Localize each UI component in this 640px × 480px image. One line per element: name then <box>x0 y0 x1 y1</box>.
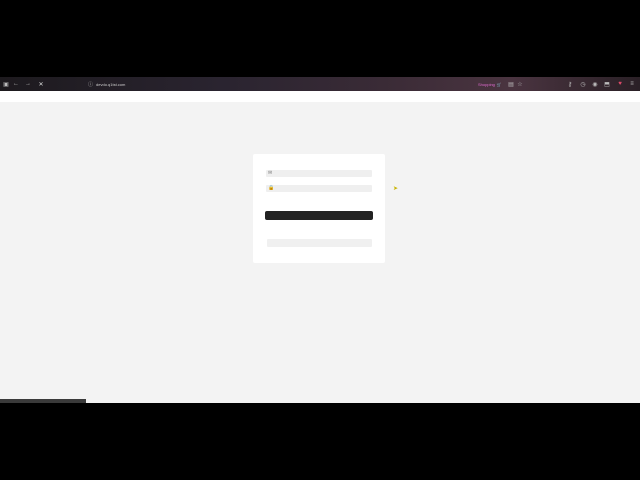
address-bar[interactable]: ⓘ devdo.q1tst.com <box>88 80 125 88</box>
shopping-tag[interactable]: Shopping 🛒 <box>478 80 502 88</box>
username-field[interactable]: ✉ <box>266 170 372 177</box>
secondary-link[interactable] <box>267 239 372 247</box>
status-bar <box>0 399 86 403</box>
site-info-icon[interactable]: ⓘ <box>88 81 93 88</box>
mail-icon: ✉ <box>268 170 273 176</box>
password-input[interactable] <box>275 185 370 192</box>
history-icon[interactable]: ◷ <box>579 80 587 88</box>
url-text[interactable]: devdo.q1tst.com <box>96 82 125 87</box>
stop-icon[interactable]: ✕ <box>37 80 45 88</box>
menu-icon[interactable]: ≡ <box>628 80 636 88</box>
extension-icon[interactable]: ⚷ <box>566 80 574 88</box>
reader-icon[interactable]: ▤ <box>507 80 515 88</box>
pocket-icon[interactable]: ♥ <box>616 80 624 88</box>
account-icon[interactable]: ◉ <box>591 80 599 88</box>
shopping-label: Shopping <box>478 81 495 87</box>
extensions-puzzle-icon[interactable]: ⬒ <box>603 80 611 88</box>
forward-icon[interactable]: → <box>24 80 32 88</box>
submit-button[interactable] <box>265 211 373 220</box>
bookmark-star-icon[interactable]: ☆ <box>516 80 524 88</box>
page-top-strip <box>0 91 640 102</box>
password-field[interactable]: 🔒 <box>266 185 372 192</box>
back-icon[interactable]: ← <box>12 80 20 88</box>
mouse-cursor-icon: ➤ <box>393 186 399 192</box>
username-input[interactable] <box>275 170 370 177</box>
lock-icon: 🔒 <box>268 185 275 191</box>
sidebar-icon[interactable]: ▣ <box>2 80 10 88</box>
shopping-icon: 🛒 <box>496 81 502 87</box>
browser-toolbar: ▣ ← → ✕ ⓘ devdo.q1tst.com Shopping 🛒 ▤ ☆… <box>0 77 640 91</box>
